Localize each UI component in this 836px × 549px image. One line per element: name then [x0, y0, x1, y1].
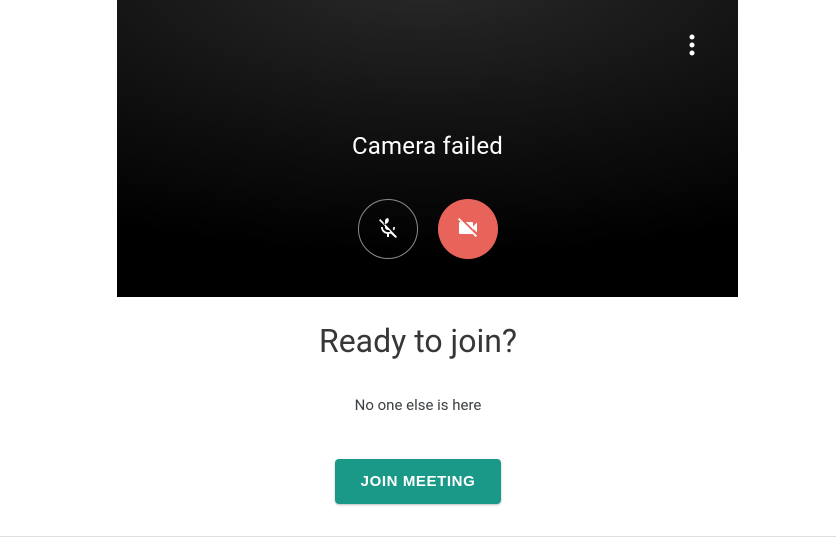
meeting-join-page: Camera failed Ready to join? No one e	[0, 0, 836, 549]
camera-status-text: Camera failed	[117, 132, 738, 160]
toggle-camera-button[interactable]	[438, 199, 498, 259]
toggle-mic-button[interactable]	[358, 199, 418, 259]
mic-off-icon	[376, 216, 400, 243]
presence-text: No one else is here	[0, 396, 836, 414]
videocam-off-icon	[456, 216, 480, 243]
footer-divider	[0, 536, 836, 537]
media-controls	[117, 199, 738, 259]
more-vert-icon	[689, 33, 695, 60]
join-meeting-button[interactable]: JOIN MEETING	[335, 459, 502, 504]
camera-preview: Camera failed	[117, 0, 738, 297]
join-section: Ready to join? No one else is here JOIN …	[0, 297, 836, 504]
ready-heading: Ready to join?	[0, 322, 836, 360]
more-options-button[interactable]	[668, 22, 716, 70]
